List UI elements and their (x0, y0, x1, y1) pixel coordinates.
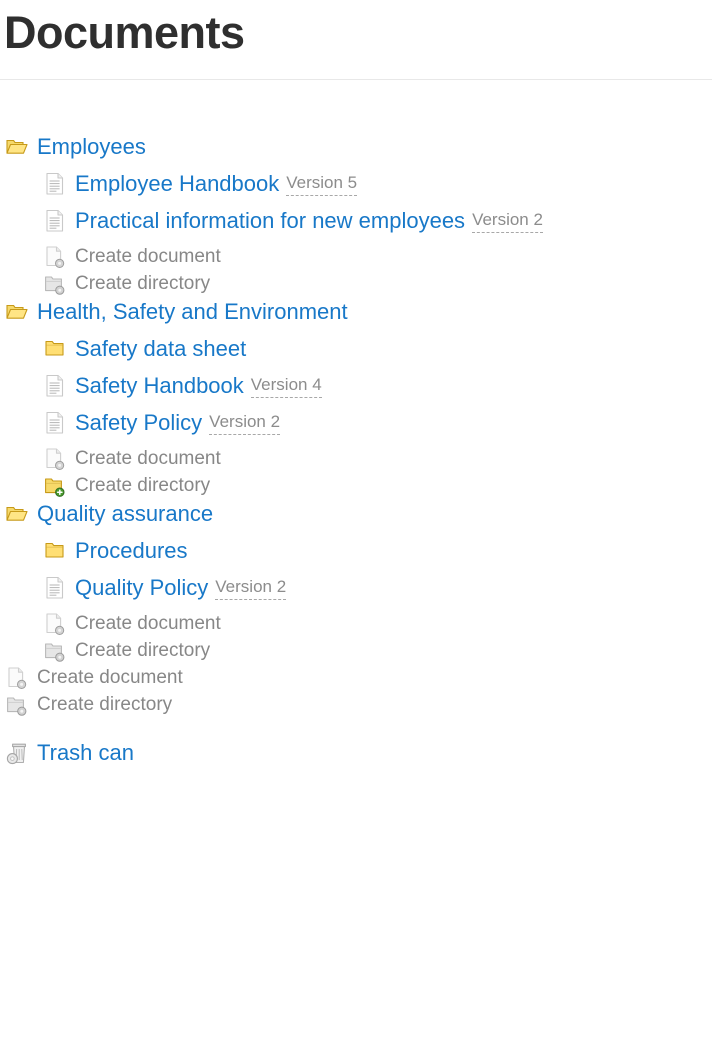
tree-item-label[interactable]: Practical information for new employees (75, 208, 465, 234)
tree-row-trash-can[interactable]: Trash can (0, 738, 712, 768)
tree-item-label[interactable]: Create document (37, 666, 183, 689)
tree-row-create-document-root[interactable]: Create document (0, 664, 712, 691)
tree-row-create-directory-qa[interactable]: Create directory (0, 637, 712, 664)
tree-row-procedures[interactable]: Procedures (0, 536, 712, 566)
folder-open-icon (6, 135, 28, 159)
document-icon (44, 576, 66, 600)
create-directory-icon (44, 639, 66, 663)
tree-row-quality-assurance[interactable]: Quality assurance (0, 499, 712, 529)
tree-row-practical-information-for-new-employees[interactable]: Practical information for new employees V… (0, 206, 712, 236)
tree-item-label[interactable]: Quality Policy (75, 575, 208, 601)
tree-row-safety-data-sheet[interactable]: Safety data sheet (0, 334, 712, 364)
folder-closed-icon (44, 337, 66, 361)
tree-row-create-document-employees[interactable]: Create document (0, 243, 712, 270)
create-directory-active-icon (44, 474, 66, 498)
page-title: Documents (4, 7, 245, 58)
folder-closed-icon (44, 539, 66, 563)
create-document-icon (44, 612, 66, 636)
tree-row-safety-handbook[interactable]: Safety Handbook Version 4 (0, 371, 712, 401)
tree-row-safety-policy[interactable]: Safety Policy Version 2 (0, 408, 712, 438)
tree-row-quality-policy[interactable]: Quality Policy Version 2 (0, 573, 712, 603)
tree-row-create-document-hse[interactable]: Create document (0, 445, 712, 472)
document-icon (44, 172, 66, 196)
document-icon (44, 374, 66, 398)
tree-item-label[interactable]: Trash can (37, 740, 134, 766)
tree-row-create-document-qa[interactable]: Create document (0, 610, 712, 637)
version-badge[interactable]: Version 2 (209, 411, 281, 436)
create-directory-icon (44, 272, 66, 296)
tree-item-label[interactable]: Create directory (75, 272, 210, 295)
version-badge[interactable]: Version 2 (472, 209, 543, 234)
version-badge[interactable]: Version 5 (286, 172, 358, 197)
create-document-icon (6, 666, 28, 690)
tree-row-employees[interactable]: Employees (0, 132, 712, 162)
document-icon (44, 411, 66, 435)
tree-item-label[interactable]: Create document (75, 245, 221, 268)
tree-item-label[interactable]: Employees (37, 134, 146, 160)
tree-row-employee-handbook[interactable]: Employee Handbook Version 5 (0, 169, 712, 199)
folder-open-icon (6, 300, 28, 324)
trash-can-icon (6, 741, 28, 765)
tree-item-label[interactable]: Employee Handbook (75, 171, 279, 197)
tree-item-label[interactable]: Quality assurance (37, 501, 213, 527)
version-badge[interactable]: Version 4 (250, 374, 322, 399)
tree-item-label[interactable]: Create document (75, 447, 221, 470)
tree-item-label[interactable]: Create directory (37, 693, 172, 716)
tree-item-label[interactable]: Procedures (75, 538, 188, 564)
version-badge[interactable]: Version 2 (215, 576, 287, 601)
create-document-icon (44, 245, 66, 269)
documents-page: Documents Employees Employee Handbook Vers… (0, 0, 712, 768)
tree-row-create-directory-employees[interactable]: Create directory (0, 270, 712, 297)
folder-open-icon (6, 502, 28, 526)
tree-item-label[interactable]: Health, Safety and Environment (37, 299, 348, 325)
tree-item-label[interactable]: Safety data sheet (75, 336, 246, 362)
tree-item-label[interactable]: Create document (75, 612, 221, 635)
create-document-icon (44, 447, 66, 471)
tree-item-label[interactable]: Safety Handbook (75, 373, 244, 399)
tree-row-create-directory-hse[interactable]: Create directory (0, 472, 712, 499)
tree-item-label[interactable]: Create directory (75, 474, 210, 497)
tree-item-label[interactable]: Safety Policy (75, 410, 202, 436)
document-icon (44, 209, 66, 233)
tree-item-label[interactable]: Create directory (75, 639, 210, 662)
document-tree: Employees Employee Handbook Version 5 Pract… (0, 80, 712, 768)
create-directory-icon (6, 693, 28, 717)
tree-row-health-safety-and-environment[interactable]: Health, Safety and Environment (0, 297, 712, 327)
tree-row-create-directory-root[interactable]: Create directory (0, 691, 712, 718)
